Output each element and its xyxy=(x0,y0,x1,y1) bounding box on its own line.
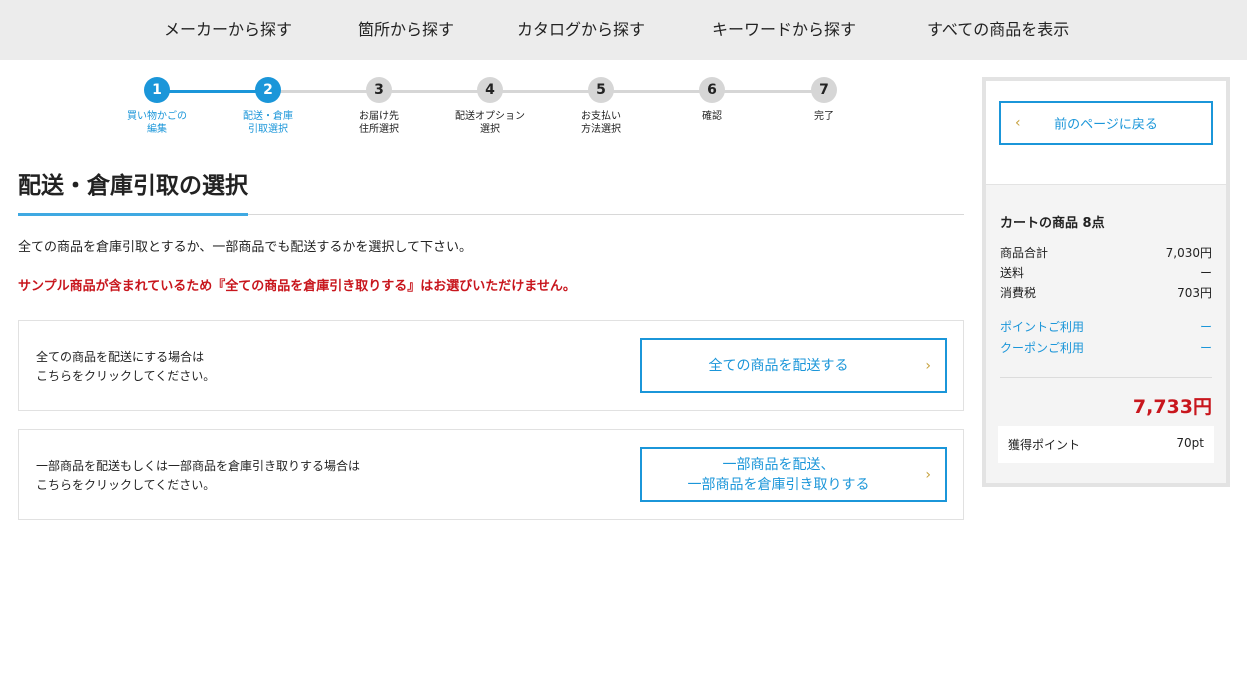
row-label: ポイントご利用 xyxy=(1000,320,1085,334)
step-number: 7 xyxy=(811,77,837,103)
order-total: 7,733円 xyxy=(1132,396,1212,418)
checkout-stepper: 1 買い物かごの 編集 2 配送・倉庫 引取選択 3 お届け先 住所選択 4 配… xyxy=(110,77,870,147)
step-3-address-select: 3 お届け先 住所選択 xyxy=(329,77,429,136)
row-value: ー xyxy=(1199,266,1212,280)
step-label: 完了 xyxy=(814,111,834,122)
option-description-line: 一部商品を配送もしくは一部商品を倉庫引き取りする場合は xyxy=(36,459,361,473)
step-number: 3 xyxy=(366,77,392,103)
step-label: 配送オプション 選択 xyxy=(455,111,525,135)
chevron-right-icon: › xyxy=(925,357,931,374)
chevron-right-icon: › xyxy=(925,466,931,483)
button-label: 全ての商品を配送する xyxy=(642,356,915,376)
row-label: 商品合計 xyxy=(1000,246,1049,260)
step-number: 1 xyxy=(144,77,170,103)
cart-title: カートの商品 8点 xyxy=(1000,216,1105,231)
sample-warning-text: サンプル商品が含まれているため『全ての商品を倉庫引き取りする』はお選びいただけま… xyxy=(18,279,576,294)
button-label-line: 一部商品を配送、 xyxy=(722,456,835,473)
step-7-complete: 7 完了 xyxy=(774,77,874,123)
row-value: ー xyxy=(1199,320,1212,334)
option-description: 一部商品を配送もしくは一部商品を倉庫引き取りする場合は こちらをクリックしてくだ… xyxy=(36,457,360,495)
step-6-confirm: 6 確認 xyxy=(662,77,762,123)
step-number: 6 xyxy=(699,77,725,103)
page-title: 配送・倉庫引取の選択 xyxy=(18,173,248,199)
row-label: クーポンご利用 xyxy=(1000,341,1085,355)
nav-search-by-maker[interactable]: メーカーから探す xyxy=(164,0,292,60)
back-button-label: 前のページに戻る xyxy=(1054,117,1158,133)
option-description-line: こちらをクリックしてください。 xyxy=(36,478,216,492)
deliver-all-button[interactable]: 全ての商品を配送する › xyxy=(640,338,947,393)
nav-search-by-location[interactable]: 箇所から探す xyxy=(358,0,454,60)
step-4-delivery-options: 4 配送オプション 選択 xyxy=(440,77,540,136)
earned-points-value: 70pt xyxy=(1176,436,1204,450)
earned-points-box: 獲得ポイント 70pt xyxy=(998,426,1214,463)
step-2-delivery-select: 2 配送・倉庫 引取選択 xyxy=(218,77,318,136)
step-1-cart-edit: 1 買い物かごの 編集 xyxy=(107,77,207,136)
button-label-line: 一部商品を倉庫引き取りする xyxy=(687,476,870,493)
option-description: 全ての商品を配送にする場合は こちらをクリックしてください。 xyxy=(36,348,215,386)
row-value: 7,030円 xyxy=(1165,246,1212,260)
button-label: 一部商品を配送、 一部商品を倉庫引き取りする xyxy=(642,455,915,495)
intro-text: 全ての商品を倉庫引取とするか、一部商品でも配送するかを選択して下さい。 xyxy=(18,240,472,255)
step-label: お支払い 方法選択 xyxy=(581,111,621,135)
title-accent-bar xyxy=(18,213,248,216)
partial-delivery-button[interactable]: 一部商品を配送、 一部商品を倉庫引き取りする › xyxy=(640,447,947,502)
option-partial-delivery: 一部商品を配送もしくは一部商品を倉庫引き取りする場合は こちらをクリックしてくだ… xyxy=(18,429,964,520)
nav-search-by-keyword[interactable]: キーワードから探す xyxy=(712,0,856,60)
earned-points-label: 獲得ポイント xyxy=(1008,438,1081,452)
option-deliver-all: 全ての商品を配送にする場合は こちらをクリックしてください。 全ての商品を配送す… xyxy=(18,320,964,411)
row-value: ー xyxy=(1199,341,1212,355)
nav-show-all-products[interactable]: すべての商品を表示 xyxy=(927,0,1069,60)
step-number: 4 xyxy=(477,77,503,103)
cart-summary-sidebar: ‹ 前のページに戻る カートの商品 8点 商品合計 7,030円 送料 ー 消費… xyxy=(982,77,1230,487)
step-label: 確認 xyxy=(702,111,722,122)
step-5-payment-method: 5 お支払い 方法選択 xyxy=(551,77,651,136)
summary-divider xyxy=(1000,377,1212,378)
step-number: 2 xyxy=(255,77,281,103)
top-navigation: メーカーから探す 箇所から探す カタログから探す キーワードから探す すべての商… xyxy=(0,0,1247,60)
nav-search-by-catalog[interactable]: カタログから探す xyxy=(517,0,645,60)
step-label: 配送・倉庫 引取選択 xyxy=(243,111,293,135)
sidebar-top: ‹ 前のページに戻る xyxy=(986,81,1226,185)
step-label: 買い物かごの 編集 xyxy=(127,111,187,135)
option-description-line: 全ての商品を配送にする場合は xyxy=(36,350,205,364)
button-label-line: 全ての商品を配送する xyxy=(708,357,849,374)
row-label: 送料 xyxy=(1000,266,1025,280)
option-description-line: こちらをクリックしてください。 xyxy=(36,369,216,383)
step-label: お届け先 住所選択 xyxy=(359,111,399,135)
step-number: 5 xyxy=(588,77,614,103)
row-label: 消費税 xyxy=(1000,286,1037,300)
back-to-previous-page-button[interactable]: ‹ 前のページに戻る xyxy=(999,101,1213,145)
row-value: 703円 xyxy=(1177,286,1212,300)
